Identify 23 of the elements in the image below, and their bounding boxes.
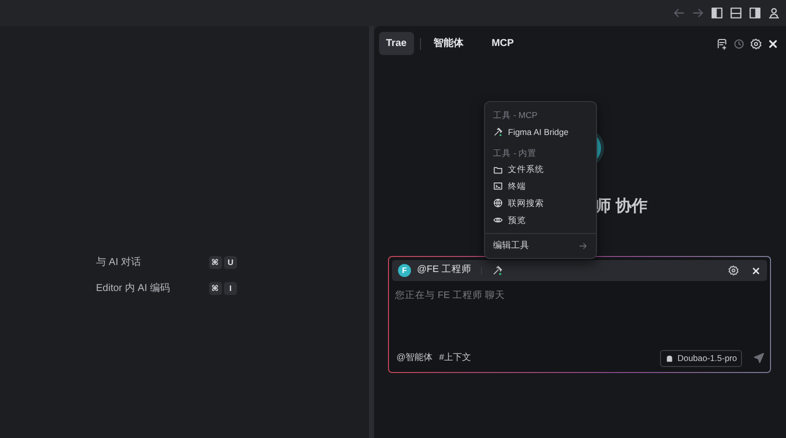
composer-action[interactable]: @智能体 [394, 351, 435, 365]
key-cap: U [224, 256, 237, 269]
shortcut-label: Editor 内 AI 编码 [96, 282, 171, 296]
composer-box[interactable]: F @FE 工程师 您正在与 FE 工程师 聊天 @智能体 #上下文 Doubao-1.5-pro [388, 256, 771, 373]
agent-name: @FE 工程师 [417, 263, 472, 278]
tab[interactable]: 智能体 [426, 32, 471, 55]
shortcut-label: 与 AI 对话 [96, 256, 142, 270]
menu-section-title: 工具 - MCP [492, 109, 538, 122]
key-cap: ⌘ [208, 282, 222, 295]
key-cap: ⌘ [208, 256, 222, 269]
menu-item[interactable]: 联网搜索 [485, 194, 596, 212]
menu-item[interactable]: 终端 [485, 178, 596, 195]
tab[interactable]: MCP [484, 32, 521, 55]
model-selector[interactable]: Doubao-1.5-pro [660, 350, 742, 366]
menu-item[interactable]: 文件系统 [485, 161, 596, 178]
edit-tools-link[interactable]: 编辑工具 [493, 239, 529, 253]
tab[interactable]: Trae [379, 32, 414, 55]
avatar-letter: F [398, 264, 411, 277]
menu-item[interactable]: Figma AI Bridge [485, 124, 596, 140]
menu-item[interactable]: 预览 [485, 212, 596, 228]
menu-section-title: 工具 - 内置 [492, 146, 538, 160]
composer-action[interactable]: #上下文 [437, 351, 474, 365]
key-cap: I [224, 282, 237, 295]
